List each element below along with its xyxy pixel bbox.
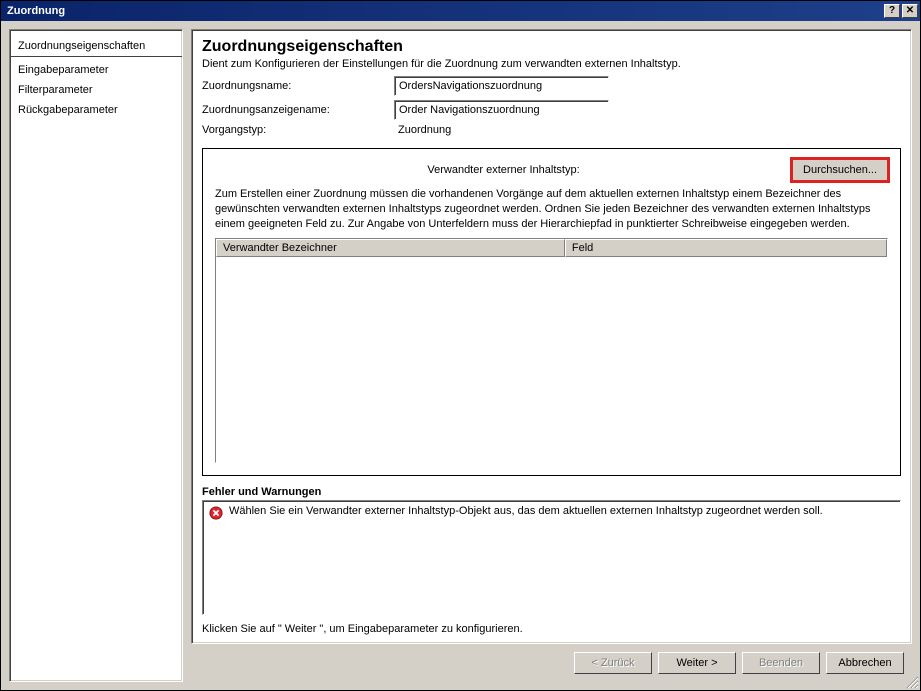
label-operation-type: Vorgangstyp: [202,124,394,136]
finish-button[interactable]: Beenden [742,652,820,674]
related-top-row: Verwandter externer Inhaltstyp: Durchsuc… [215,159,888,181]
close-button[interactable]: ✕ [902,4,918,18]
errors-box: Wählen Sie ein Verwandter externer Inhal… [202,500,901,615]
sidebar-item-label: Zuordnungseigenschaften [18,40,145,52]
input-association-displayname[interactable] [394,100,609,120]
label-association-name: Zuordnungsname: [202,80,394,92]
browse-button[interactable]: Durchsuchen... [792,159,888,181]
error-icon [209,506,223,520]
error-text: Wählen Sie ein Verwandter externer Inhal… [229,505,823,517]
page-hint: Klicken Sie auf " Weiter ", um Eingabepa… [202,623,901,635]
titlebar-buttons: ? ✕ [884,4,918,18]
wizard-main: Zuordnungseigenschaften Dient zum Konfig… [191,29,912,682]
dialog-window: Zuordnung ? ✕ Zuordnungseigenschaften Ei… [0,0,921,691]
sidebar-item-label: Filterparameter [18,84,93,96]
sidebar-item-label: Rückgabeparameter [18,104,118,116]
sidebar-item-zuordnungseigenschaften[interactable]: Zuordnungseigenschaften [10,34,182,57]
wizard-page: Zuordnungseigenschaften Dient zum Konfig… [191,29,912,644]
row-operation-type: Vorgangstyp: Zuordnung [202,124,901,136]
wizard-sidebar: Zuordnungseigenschaften Eingabeparameter… [9,29,183,682]
back-button[interactable]: < Zurück [574,652,652,674]
errors-heading: Fehler und Warnungen [202,486,901,498]
row-association-name: Zuordnungsname: [202,76,901,96]
value-operation-type: Zuordnung [394,124,451,136]
sidebar-item-filterparameter[interactable]: Filterparameter [10,80,182,100]
sidebar-item-eingabeparameter[interactable]: Eingabeparameter [10,60,182,80]
titlebar: Zuordnung ? ✕ [1,1,920,21]
related-description: Zum Erstellen einer Zuordnung müssen die… [215,187,888,232]
related-content-type-section: Verwandter externer Inhaltstyp: Durchsuc… [202,148,901,476]
row-association-displayname: Zuordnungsanzeigename: [202,100,901,120]
wizard-footer: < Zurück Weiter > Beenden Abbrechen [191,644,912,682]
cancel-button[interactable]: Abbrechen [826,652,904,674]
error-row: Wählen Sie ein Verwandter externer Inhal… [209,505,894,520]
identifier-field-grid[interactable]: Verwandter Bezeichner Feld [215,238,888,463]
related-label: Verwandter externer Inhaltstyp: [215,164,792,176]
page-heading: Zuordnungseigenschaften [202,38,901,56]
sidebar-item-label: Eingabeparameter [18,64,109,76]
input-association-name[interactable] [394,76,609,96]
grid-col-identifier[interactable]: Verwandter Bezeichner [216,239,565,257]
next-button[interactable]: Weiter > [658,652,736,674]
dialog-body: Zuordnungseigenschaften Eingabeparameter… [1,21,920,690]
sidebar-item-rueckgabeparameter[interactable]: Rückgabeparameter [10,100,182,120]
grid-body [216,257,887,462]
label-association-displayname: Zuordnungsanzeigename: [202,104,394,116]
window-title: Zuordnung [7,5,884,17]
page-description: Dient zum Konfigurieren der Einstellunge… [202,58,901,70]
grid-header: Verwandter Bezeichner Feld [216,239,887,257]
grid-col-field[interactable]: Feld [565,239,887,257]
help-button[interactable]: ? [884,4,900,18]
